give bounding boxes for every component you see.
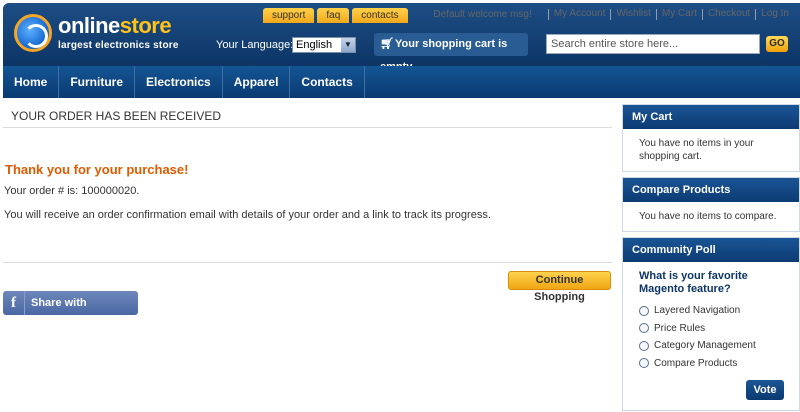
thank-you-heading: Thank you for your purchase! — [5, 162, 189, 177]
search-go-button[interactable]: GO — [766, 36, 788, 52]
link-wishlist[interactable]: Wishlist — [610, 9, 655, 20]
poll-option-label: Price Rules — [654, 322, 706, 334]
radio-button[interactable] — [639, 358, 649, 369]
vote-button[interactable]: Vote — [746, 380, 784, 400]
link-checkout[interactable]: Checkout — [701, 9, 755, 20]
language-label: Your Language: — [216, 39, 294, 51]
divider — [3, 262, 612, 263]
poll-option[interactable]: Category Management — [639, 337, 789, 355]
top-links: Default welcome msg! My Account Wishlist… — [433, 9, 794, 20]
tab-contacts[interactable]: contacts — [352, 8, 408, 23]
search-input[interactable]: Search entire store here... — [546, 34, 760, 54]
radio-button[interactable] — [639, 305, 649, 316]
nav-item-contacts[interactable]: Contacts — [290, 66, 365, 98]
poll-option[interactable]: Compare Products — [639, 355, 789, 373]
poll-question: What is your favorite Magento feature? — [639, 270, 748, 295]
poll-body: What is your favorite Magento feature? L… — [623, 262, 799, 410]
logo-tagline: largest electronics store — [58, 40, 179, 51]
facebook-icon: f — [3, 291, 25, 315]
page-title: YOUR ORDER HAS BEEN RECEIVED — [3, 104, 612, 128]
poll-option[interactable]: Price Rules — [639, 320, 789, 338]
language-select[interactable]: English ▼ — [292, 37, 356, 53]
block-my-cart-title: My Cart — [623, 105, 799, 129]
logo-text[interactable]: onlinestore — [58, 13, 172, 39]
block-my-cart: My Cart You have no items in your shoppi… — [622, 104, 800, 172]
poll-option[interactable]: Layered Navigation — [639, 302, 789, 320]
continue-shopping-button[interactable]: Continue Shopping — [508, 271, 611, 303]
main-nav: Home Furniture Electronics Apparel Conta… — [3, 66, 800, 98]
poll-option-label: Layered Navigation — [654, 305, 741, 317]
tab-faq[interactable]: faq — [317, 8, 350, 23]
header-tabs: support faq contacts — [263, 8, 408, 23]
nav-item-home[interactable]: Home — [3, 66, 60, 98]
order-number: Your order # is: 100000020. — [4, 185, 140, 197]
sidebar: My Cart You have no items in your shoppi… — [622, 104, 800, 412]
welcome-message: Default welcome msg! — [433, 9, 532, 20]
language-value: English — [296, 39, 333, 51]
poll-option-label: Category Management — [654, 340, 756, 352]
radio-button[interactable] — [639, 323, 649, 334]
cart-icon: 🛒︎ — [380, 38, 394, 50]
block-compare-text: You have no items to compare. — [639, 211, 777, 222]
main-content: YOUR ORDER HAS BEEN RECEIVED Thank you f… — [3, 104, 612, 333]
chevron-down-icon[interactable]: ▼ — [341, 38, 355, 52]
cart-summary[interactable]: 🛒︎Your shopping cart is empty — [374, 33, 528, 73]
logo-brand-b: store — [119, 13, 172, 38]
block-my-cart-text: You have no items in your shopping cart. — [639, 138, 754, 162]
header: onlinestore largest electronics store su… — [0, 0, 800, 73]
block-poll-title: Community Poll — [623, 238, 799, 262]
nav-item-apparel[interactable]: Apparel — [223, 66, 291, 98]
block-community-poll: Community Poll What is your favorite Mag… — [622, 237, 800, 411]
block-compare-title: Compare Products — [623, 178, 799, 202]
share-facebook-button[interactable]: f Share with Facebook — [3, 291, 138, 333]
logo-icon[interactable] — [14, 14, 52, 52]
poll-option-label: Compare Products — [654, 357, 738, 369]
tab-support[interactable]: support — [263, 8, 315, 23]
link-my-account[interactable]: My Account — [547, 9, 611, 20]
link-log-in[interactable]: Log In — [755, 9, 794, 20]
link-my-cart[interactable]: My Cart — [655, 9, 702, 20]
logo-brand-a: online — [58, 13, 120, 38]
vote-area: Vote — [639, 372, 789, 402]
nav-item-electronics[interactable]: Electronics — [135, 66, 223, 98]
radio-button[interactable] — [639, 340, 649, 351]
nav-item-furniture[interactable]: Furniture — [59, 66, 136, 98]
confirmation-message: You will receive an order confirmation e… — [4, 209, 491, 221]
block-compare-products: Compare Products You have no items to co… — [622, 177, 800, 232]
